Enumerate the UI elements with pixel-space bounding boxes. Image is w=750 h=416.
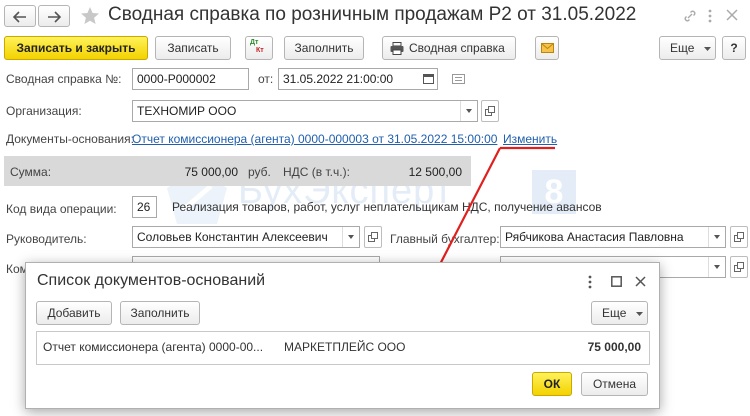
ok-button[interactable]: ОК bbox=[532, 372, 572, 396]
more-dots-icon[interactable] bbox=[588, 275, 592, 289]
dialog-fill-button[interactable]: Заполнить bbox=[120, 301, 200, 325]
table-row[interactable]: Отчет комиссионера (агента) 0000-00... М… bbox=[37, 332, 649, 364]
add-button[interactable]: Добавить bbox=[36, 301, 112, 325]
row-amount: 75 000,00 bbox=[587, 340, 641, 354]
documents-table: Отчет комиссионера (агента) 0000-00... М… bbox=[36, 331, 650, 365]
dialog-title: Список документов-оснований bbox=[37, 272, 266, 289]
dialog-more-button[interactable]: Еще bbox=[591, 301, 648, 325]
maximize-icon[interactable] bbox=[611, 276, 622, 287]
close-icon[interactable] bbox=[635, 276, 646, 287]
chevron-down-icon bbox=[636, 312, 643, 316]
row-counterparty: МАРКЕТПЛЕЙС ООО bbox=[284, 340, 406, 354]
documents-dialog: Список документов-оснований Добавить Зап… bbox=[25, 262, 660, 409]
row-document: Отчет комиссионера (агента) 0000-00... bbox=[43, 340, 264, 354]
cancel-button[interactable]: Отмена bbox=[581, 372, 648, 396]
